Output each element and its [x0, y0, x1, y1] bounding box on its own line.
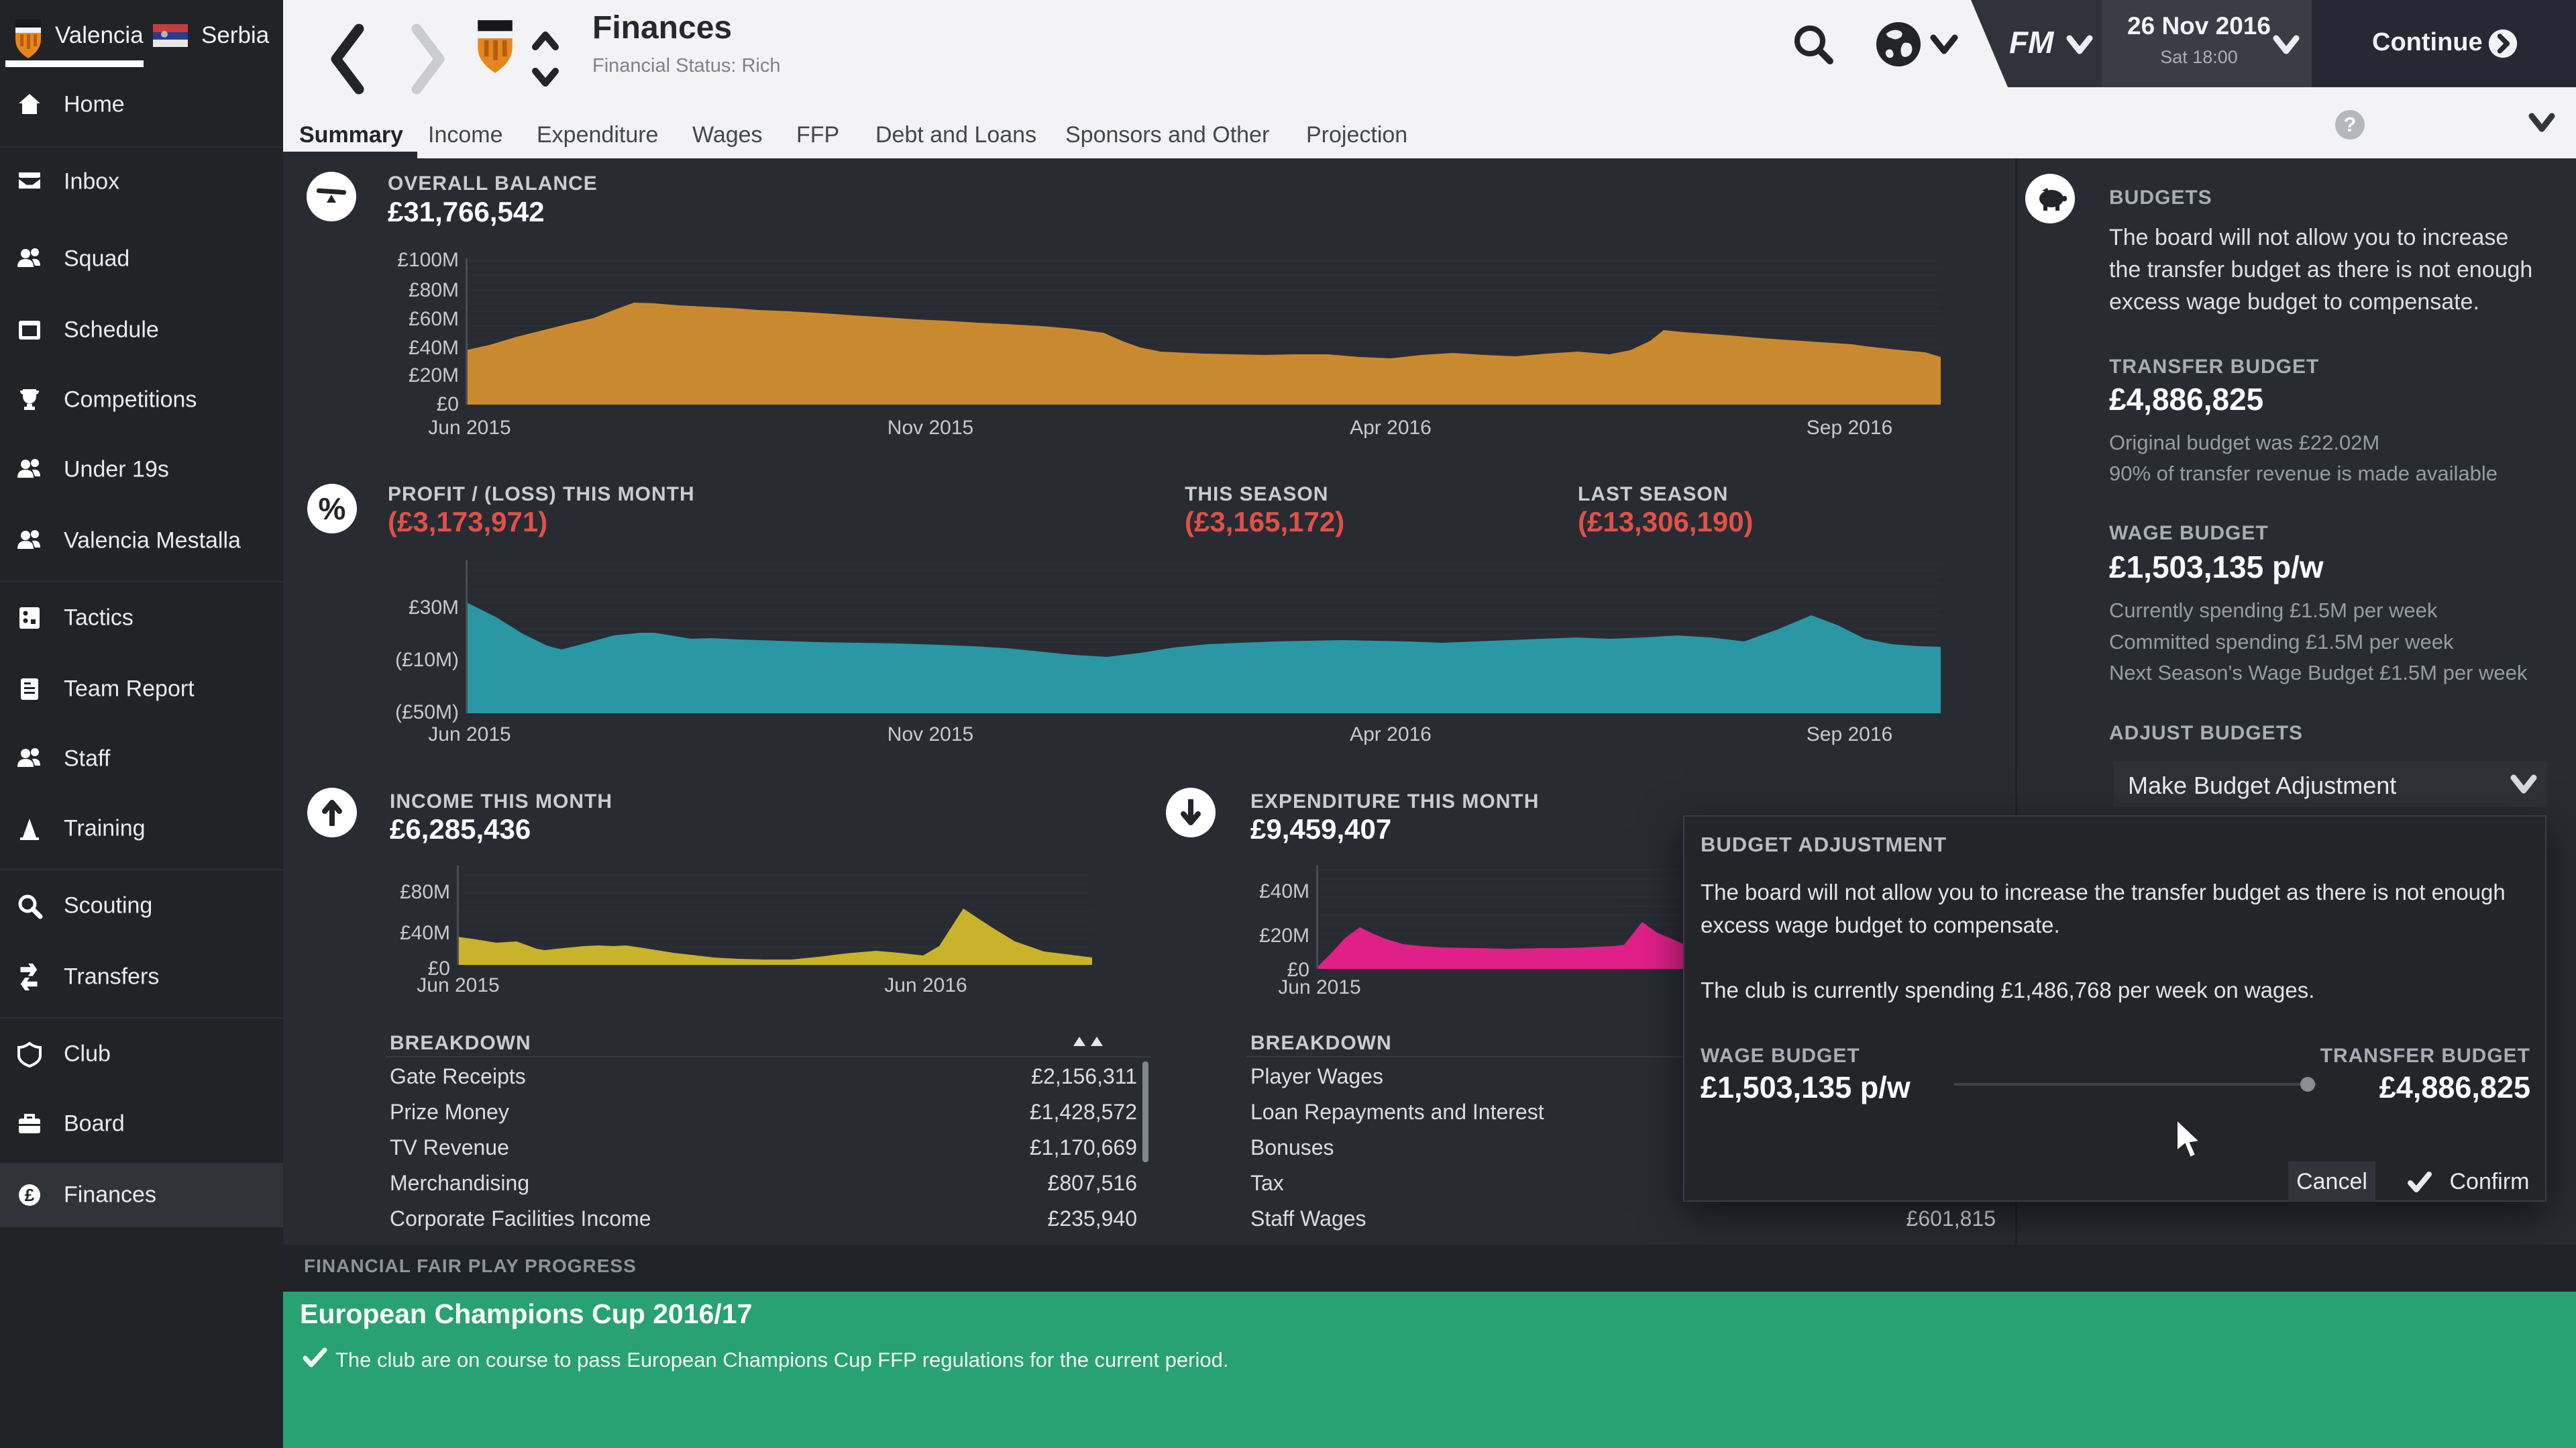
- svg-text:£: £: [25, 1185, 35, 1205]
